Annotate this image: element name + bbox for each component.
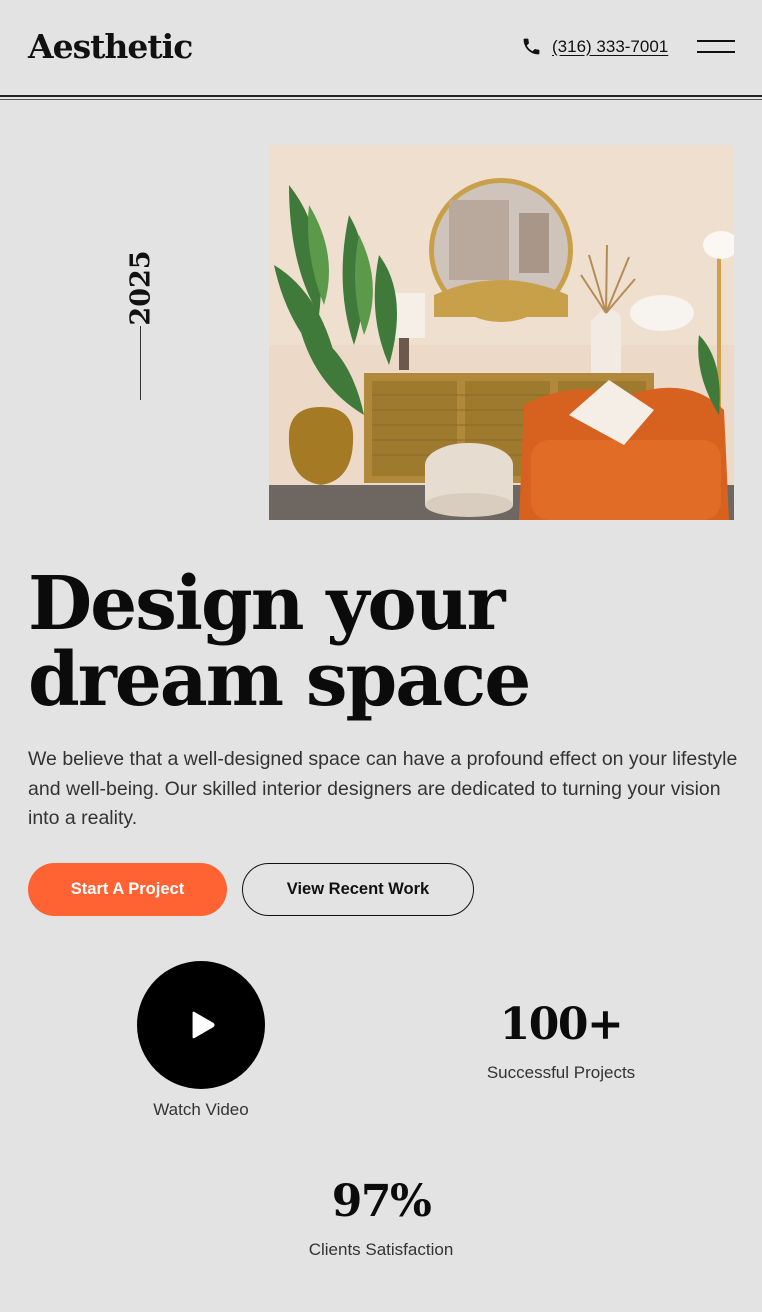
watch-video-button[interactable] (137, 961, 265, 1089)
stat-satisfaction-label: Clients Satisfaction (308, 1240, 454, 1259)
watch-video-label: Watch Video (153, 1100, 249, 1119)
title-line-2: dream space (28, 637, 531, 723)
stat-projects-label: Successful Projects (486, 1063, 636, 1082)
hamburger-menu-icon (697, 40, 735, 42)
view-recent-work-button[interactable]: View Recent Work (242, 863, 474, 916)
header-divider-thin (0, 99, 762, 100)
phone-icon (523, 38, 540, 55)
menu-button[interactable] (697, 38, 735, 56)
header-divider (0, 95, 762, 97)
stat-satisfaction-value: 97% (331, 1176, 432, 1227)
stat-projects-value: 100+ (499, 999, 624, 1050)
play-icon (192, 1011, 215, 1039)
phone-link[interactable]: (316) 333-7001 (521, 36, 668, 57)
hero-description: We believe that a well-designed space ca… (28, 748, 738, 829)
year-label: 2025 (120, 250, 162, 325)
year-line (140, 326, 141, 400)
logo[interactable]: Aesthetic (28, 27, 193, 66)
year-text: 2025 (125, 250, 157, 326)
title-line-1: Design your (28, 561, 505, 647)
hero-image (269, 145, 734, 520)
phone-number: (316) 333-7001 (552, 36, 669, 56)
site-header: Aesthetic (316) 333-7001 (0, 0, 762, 96)
page-title: Design your dream space (28, 566, 588, 718)
start-project-button[interactable]: Start A Project (28, 863, 227, 916)
living-room-illustration (269, 145, 734, 520)
